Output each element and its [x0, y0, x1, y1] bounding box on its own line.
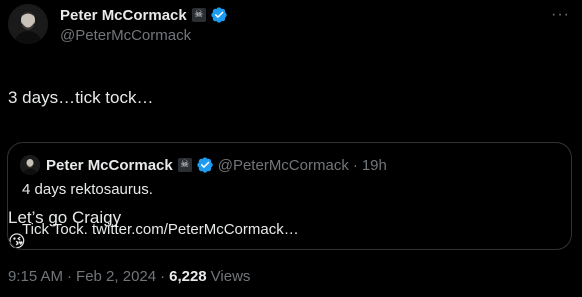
quoted-avatar [20, 155, 40, 175]
skull-crossbones-icon: ☠ [177, 158, 192, 172]
tweet-line-1: 3 days…tick tock… [8, 88, 154, 107]
avatar-image [8, 4, 48, 44]
author-handle[interactable]: @PeterMcCormack [60, 27, 228, 44]
tweet-date[interactable]: Feb 2, 2024 [76, 268, 156, 285]
meta-separator: · [67, 268, 73, 285]
quoted-separator: · [352, 156, 358, 174]
views-label: Views [210, 268, 251, 285]
skull-crossbones-icon: ☠ [191, 8, 206, 22]
quoted-author-handle: @PeterMcCormack [217, 156, 349, 174]
views-count: 6,228 [169, 268, 207, 285]
author-name[interactable]: Peter McCormack [60, 7, 187, 24]
quoted-age: 19h [361, 156, 387, 174]
meta-separator: · [160, 268, 166, 285]
quoted-tweet-text: 4 days rektosaurus. Tick Tock. twitter.c… [22, 181, 299, 238]
verified-badge-icon [211, 7, 227, 23]
avatar[interactable] [8, 4, 48, 44]
tweet-time[interactable]: 9:15 AM [8, 268, 63, 285]
quoted-avatar-image [20, 155, 40, 175]
author-name-row: Peter McCormack ☠ [60, 5, 228, 25]
verified-badge-icon [197, 157, 213, 173]
tweet-metadata: 9:15 AM · Feb 2, 2024 · 6,228 Views [8, 268, 250, 285]
author-block: Peter McCormack ☠ @PeterMcCormack [60, 5, 228, 44]
more-options-icon[interactable]: ··· [551, 6, 570, 24]
quoted-tweet-header: Peter McCormack ☠ @PeterMcCormack · 19h [20, 155, 387, 175]
quoted-tweet[interactable]: Peter McCormack ☠ @PeterMcCormack · 19h … [7, 142, 572, 250]
quoted-author-name: Peter McCormack [46, 156, 173, 174]
